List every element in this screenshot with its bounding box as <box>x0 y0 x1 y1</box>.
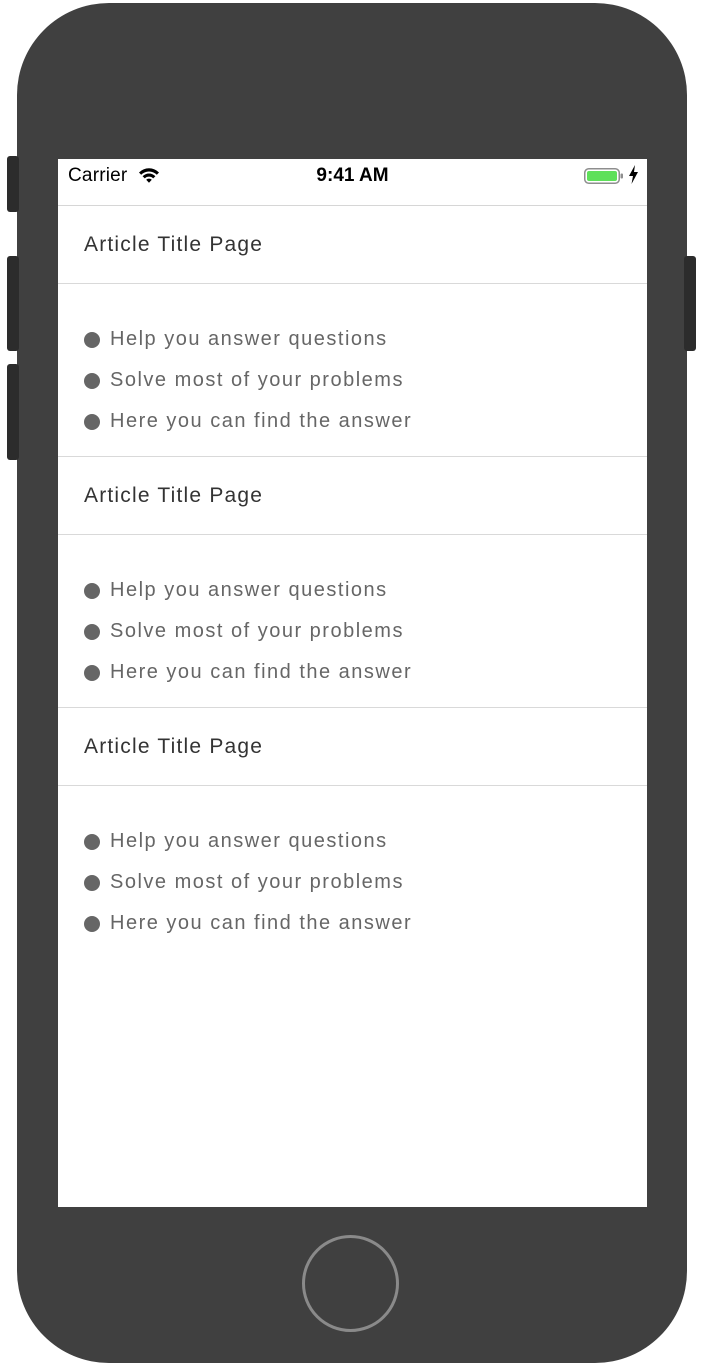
article-header[interactable]: Article Title Page <box>58 708 647 786</box>
volume-down-button <box>7 364 19 460</box>
list-item: Here you can find the answer <box>84 652 647 693</box>
article-title: Article Title Page <box>84 734 264 758</box>
home-button[interactable] <box>302 1235 399 1332</box>
list-item-text: Solve most of your problems <box>110 871 404 893</box>
list-item-text: Solve most of your problems <box>110 369 404 391</box>
list-item: Help you answer questions <box>84 821 647 862</box>
list-item-text: Solve most of your problems <box>110 620 404 642</box>
list-item: Solve most of your problems <box>84 862 647 903</box>
bullet-icon <box>84 915 100 932</box>
list-item: Solve most of your problems <box>84 360 647 401</box>
bullet-icon <box>84 833 100 850</box>
mute-switch <box>7 156 19 212</box>
screen: Carrier 9:41 AM Article Title Page Help … <box>58 159 647 1207</box>
charging-bolt-icon <box>629 165 638 184</box>
article-body: Help you answer questions Solve most of … <box>58 535 647 708</box>
list-item-text: Here you can find the answer <box>110 912 413 934</box>
article-title: Article Title Page <box>84 232 264 256</box>
bullet-icon <box>84 413 100 430</box>
article-section: Article Title Page Help you answer quest… <box>58 206 647 457</box>
bullet-icon <box>84 372 100 389</box>
article-body: Help you answer questions Solve most of … <box>58 786 647 959</box>
list-item-text: Help you answer questions <box>110 328 388 350</box>
article-body: Help you answer questions Solve most of … <box>58 284 647 457</box>
bullet-icon <box>84 874 100 891</box>
power-button <box>684 256 696 351</box>
list-item-text: Help you answer questions <box>110 830 388 852</box>
bullet-icon <box>84 331 100 348</box>
list-item: Here you can find the answer <box>84 903 647 944</box>
article-header[interactable]: Article Title Page <box>58 457 647 535</box>
list-item-text: Help you answer questions <box>110 579 388 601</box>
list-item: Solve most of your problems <box>84 611 647 652</box>
list-item-text: Here you can find the answer <box>110 410 413 432</box>
battery-charging-icon <box>584 168 623 184</box>
article-header[interactable]: Article Title Page <box>58 206 647 284</box>
status-bar: Carrier 9:41 AM <box>58 159 647 206</box>
clock-time: 9:41 AM <box>316 165 389 186</box>
list-item: Help you answer questions <box>84 570 647 611</box>
list-item-text: Here you can find the answer <box>110 661 413 683</box>
article-title: Article Title Page <box>84 483 264 507</box>
list-item: Here you can find the answer <box>84 401 647 442</box>
volume-up-button <box>7 256 19 351</box>
article-section: Article Title Page Help you answer quest… <box>58 457 647 708</box>
bullet-icon <box>84 664 100 681</box>
bullet-icon <box>84 623 100 640</box>
article-list: Article Title Page Help you answer quest… <box>58 206 647 959</box>
bullet-icon <box>84 582 100 599</box>
article-section: Article Title Page Help you answer quest… <box>58 708 647 959</box>
list-item: Help you answer questions <box>84 319 647 360</box>
